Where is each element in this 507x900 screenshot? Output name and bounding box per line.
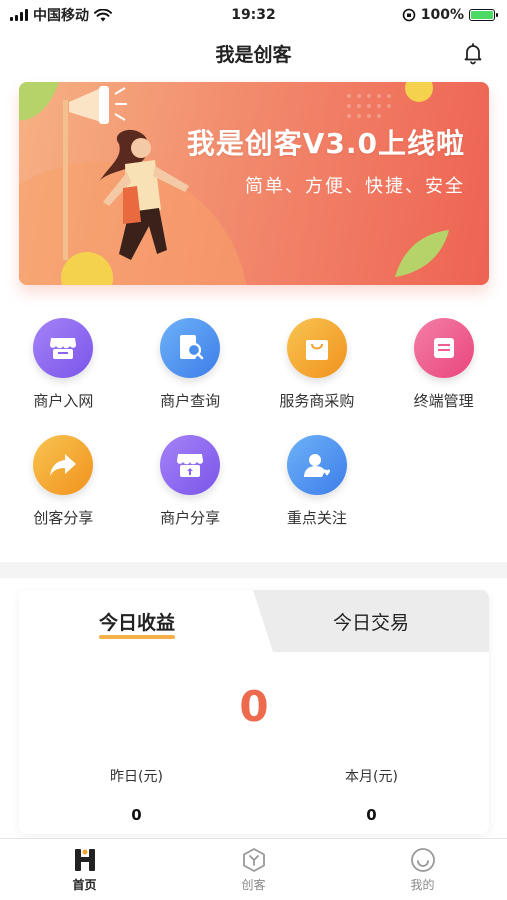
profile-icon [410, 848, 435, 872]
tabbar-maker[interactable]: 创客 [169, 839, 338, 900]
tabbar-label: 首页 [72, 878, 97, 892]
user-heart-icon [286, 435, 347, 495]
grid-label: 创客分享 [33, 509, 94, 527]
function-grid: 商户入网 商户查询 服务商采购 终端管理 创客分享 商户分享 重点关注 [0, 318, 507, 528]
merchant-share-button[interactable]: 商户分享 [127, 435, 254, 528]
terminal-management-button[interactable]: 终端管理 [380, 318, 507, 411]
shopping-bag-icon [286, 318, 347, 378]
merchant-onboarding-button[interactable]: 商户入网 [0, 318, 127, 411]
share-arrow-icon [33, 435, 94, 495]
earnings-card: 今日收益 今日交易 0 昨日(元) 0 本月(元) 0 [19, 590, 489, 834]
tab-label: 今日交易 [332, 611, 409, 634]
terminal-icon [413, 318, 474, 378]
active-tab-underline [98, 634, 175, 639]
grid-label: 终端管理 [413, 392, 474, 410]
banner-title: 我是创客V3.0上线啦 [186, 127, 465, 160]
wifi-icon [94, 8, 112, 21]
stat-value: 0 [131, 806, 142, 824]
grid-label: 服务商采购 [279, 392, 355, 410]
stat-label: 本月(元) [345, 769, 398, 785]
battery-icon [469, 9, 498, 21]
battery-percent: 100% [420, 7, 464, 23]
tabbar-label: 创客 [241, 878, 266, 892]
stat-this-month: 本月(元) 0 [254, 766, 489, 824]
grid-label: 重点关注 [286, 509, 347, 527]
maker-icon [242, 848, 265, 872]
tab-today-earnings[interactable]: 今日收益 [19, 590, 255, 652]
stat-label: 昨日(元) [110, 769, 163, 785]
provider-purchase-button[interactable]: 服务商采购 [254, 318, 381, 411]
search-doc-icon [160, 318, 221, 378]
rotation-lock-icon [402, 8, 416, 22]
section-divider [0, 562, 507, 578]
key-focus-button[interactable]: 重点关注 [254, 435, 381, 528]
tabbar-home[interactable]: 首页 [0, 839, 169, 900]
bottom-tab-bar: 首页 创客 我的 [0, 838, 507, 900]
store-share-icon [160, 435, 221, 495]
grid-label: 商户查询 [160, 392, 221, 410]
maker-share-button[interactable]: 创客分享 [0, 435, 127, 528]
status-bar: 中国移动 19:32 100% [0, 0, 507, 30]
banner-subtitle: 简单、方便、快捷、安全 [245, 176, 465, 197]
nav-bar: 我是创客 [0, 30, 507, 76]
today-earnings-value: 0 [239, 682, 269, 731]
signal-icon [10, 9, 28, 21]
bell-icon[interactable] [461, 41, 485, 65]
grid-label: 商户入网 [33, 392, 94, 410]
card-tabs: 今日收益 今日交易 [19, 590, 489, 652]
store-icon [33, 318, 94, 378]
page-title: 我是创客 [215, 43, 292, 66]
stat-value: 0 [366, 806, 377, 824]
grid-label: 商户分享 [160, 509, 221, 527]
tabbar-profile[interactable]: 我的 [338, 839, 507, 900]
promo-banner[interactable]: 我是创客V3.0上线啦 简单、方便、快捷、安全 [19, 82, 489, 285]
home-icon [74, 849, 95, 871]
tab-label: 今日收益 [98, 611, 175, 634]
carrier-label: 中国移动 [33, 8, 89, 24]
tabbar-label: 我的 [410, 878, 435, 892]
tab-today-transactions[interactable]: 今日交易 [253, 590, 489, 652]
stat-yesterday: 昨日(元) 0 [19, 766, 254, 824]
merchant-query-button[interactable]: 商户查询 [127, 318, 254, 411]
